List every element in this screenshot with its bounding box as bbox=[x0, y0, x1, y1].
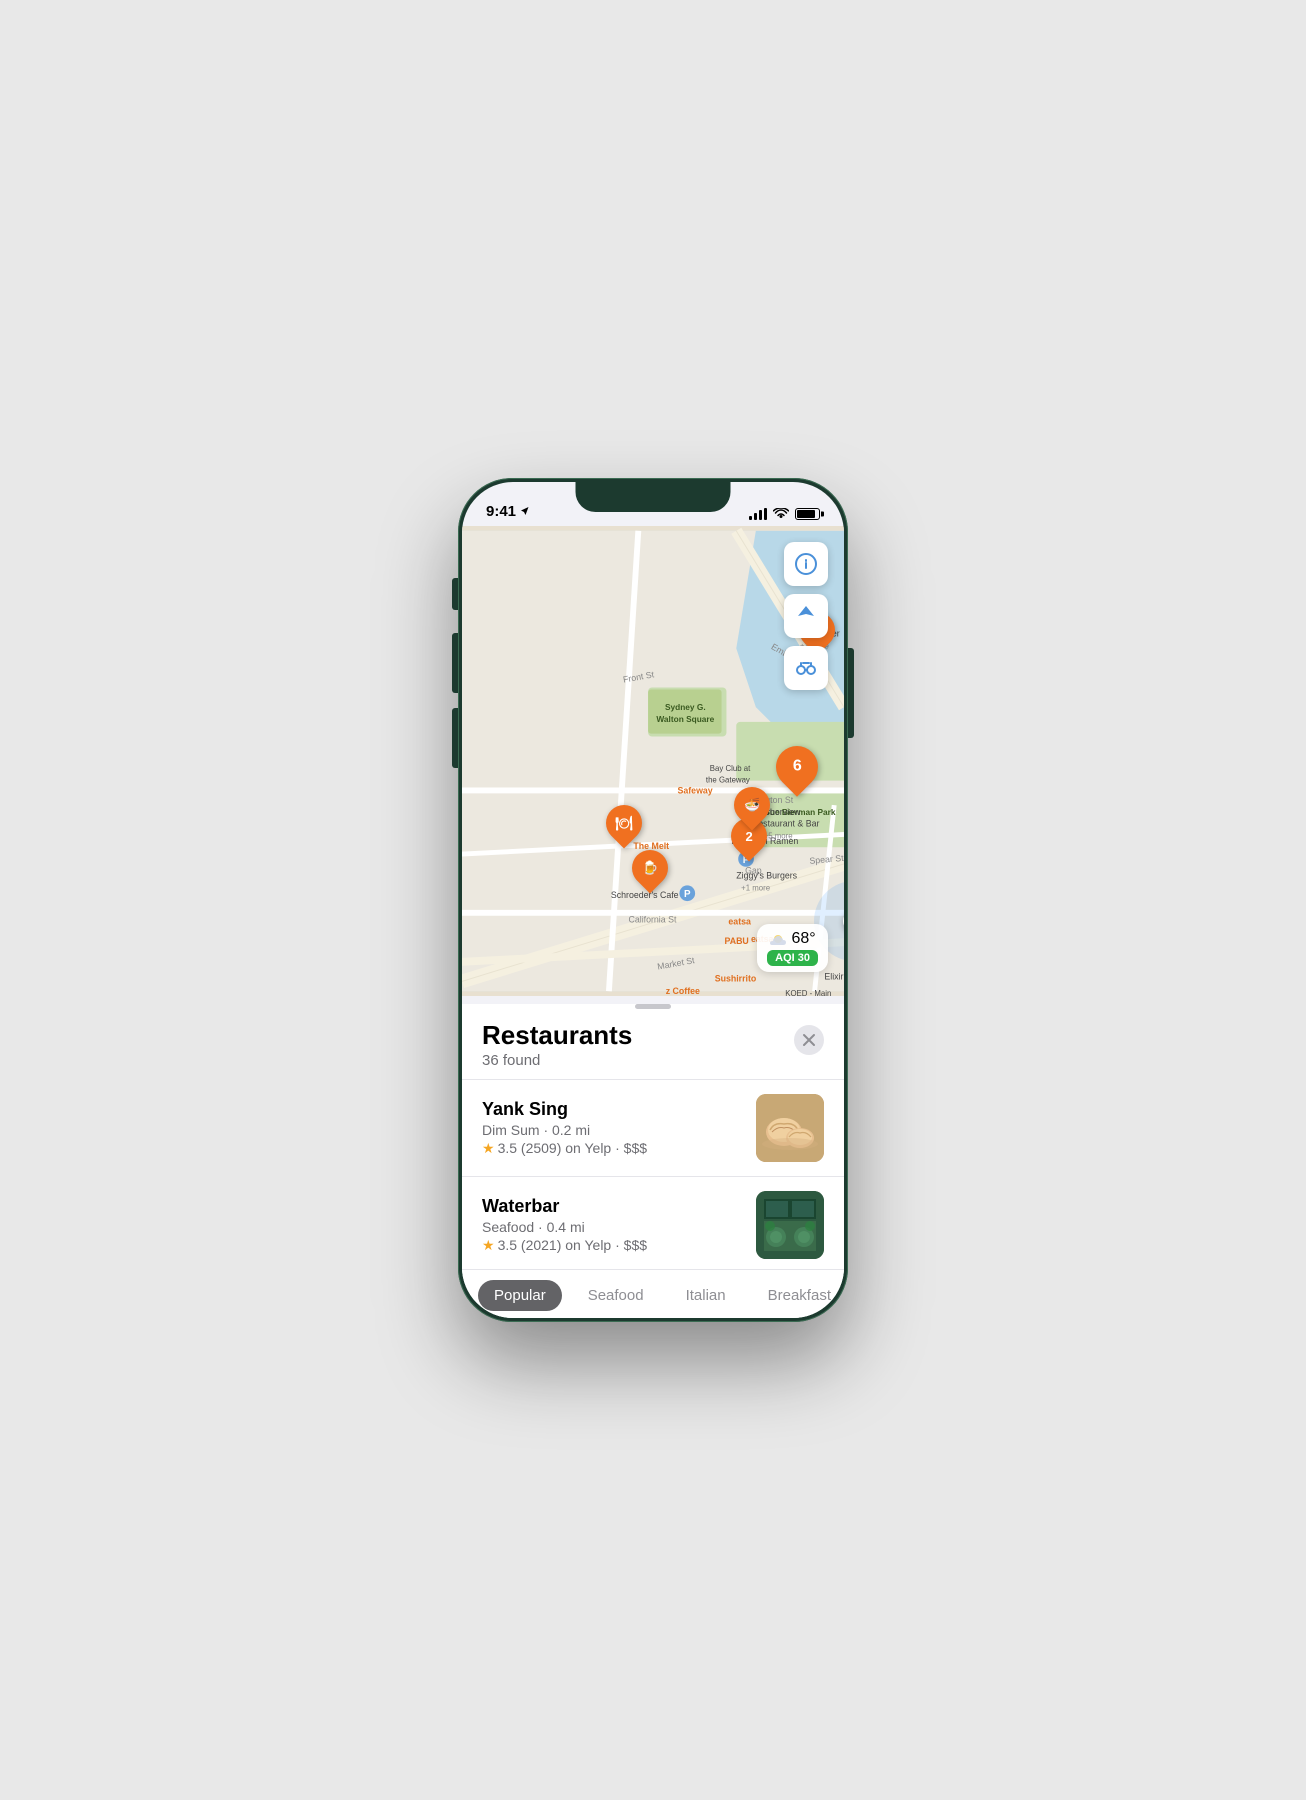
aqi-badge: AQI 30 bbox=[767, 950, 818, 966]
bottom-sheet: Restaurants 36 found Yank Sing Dim Sum ·… bbox=[462, 1004, 844, 1318]
star-icon: ★ bbox=[482, 1140, 495, 1157]
close-button[interactable] bbox=[794, 1025, 824, 1055]
restaurant-name-yankSing: Yank Sing bbox=[482, 1099, 742, 1120]
filter-tab-italian[interactable]: Italian bbox=[670, 1280, 742, 1311]
restaurant-rating-yankSing: ★ 3.5 (2509) on Yelp · $$$ bbox=[482, 1140, 742, 1157]
filter-tab-breakfast[interactable]: Breakfast & Brun bbox=[752, 1280, 844, 1311]
location-button[interactable] bbox=[784, 594, 828, 638]
phone-frame: 9:41 bbox=[458, 478, 848, 1322]
phone-screen: 9:41 bbox=[462, 482, 844, 1318]
location-arrow-icon bbox=[520, 506, 530, 517]
restaurant-list: Yank Sing Dim Sum · 0.2 mi ★ 3.5 (2509) … bbox=[462, 1080, 844, 1270]
svg-text:Elixiria: Elixiria bbox=[824, 971, 844, 981]
info-button[interactable] bbox=[784, 542, 828, 586]
status-time: 9:41 bbox=[486, 503, 530, 520]
restaurant-meta-yankSing: Dim Sum · 0.2 mi bbox=[482, 1122, 742, 1138]
svg-text:Sydney G.: Sydney G. bbox=[665, 702, 706, 712]
time-display: 9:41 bbox=[486, 503, 516, 520]
svg-text:eatsa: eatsa bbox=[728, 917, 751, 927]
restaurant-img-yankSing bbox=[756, 1094, 824, 1162]
svg-text:Schroeder's Cafe: Schroeder's Cafe bbox=[611, 890, 679, 900]
svg-text:Gap: Gap bbox=[745, 866, 762, 876]
temperature-value: 68° bbox=[791, 930, 815, 948]
svg-text:Walton Square: Walton Square bbox=[656, 714, 714, 724]
sheet-header: Restaurants 36 found bbox=[462, 1009, 844, 1080]
svg-text:PABU: PABU bbox=[725, 936, 749, 946]
restaurant-name-waterbar: Waterbar bbox=[482, 1196, 742, 1217]
restaurant-info-waterbar: Waterbar Seafood · 0.4 mi ★ 3.5 (2021) o… bbox=[482, 1196, 742, 1254]
svg-text:Sushirrito: Sushirrito bbox=[715, 973, 757, 983]
weather-widget[interactable]: 68° AQI 30 bbox=[757, 924, 828, 972]
svg-text:P: P bbox=[684, 889, 691, 900]
restaurant-rating-waterbar: ★ 3.5 (2021) on Yelp · $$$ bbox=[482, 1237, 742, 1254]
weather-temp: 68° bbox=[769, 930, 815, 948]
svg-text:+1 more: +1 more bbox=[741, 883, 770, 892]
filter-tab-popular[interactable]: Popular bbox=[478, 1280, 562, 1311]
map-pin-harborview[interactable]: 6 bbox=[776, 746, 818, 788]
signal-icon bbox=[749, 508, 767, 520]
sheet-title-group: Restaurants 36 found bbox=[482, 1021, 632, 1069]
svg-text:Bay Club at: Bay Club at bbox=[710, 764, 751, 773]
map-pin-schroeders[interactable]: 🍺 bbox=[632, 850, 668, 886]
star-icon-waterbar: ★ bbox=[482, 1237, 495, 1254]
rating-value-yankSing: 3.5 (2509) on Yelp · $$$ bbox=[498, 1140, 647, 1156]
filter-tabs: Popular Seafood Italian Breakfast & Brun bbox=[462, 1270, 844, 1318]
rating-value-waterbar: 3.5 (2021) on Yelp · $$$ bbox=[498, 1237, 647, 1253]
binoculars-button[interactable] bbox=[784, 646, 828, 690]
map-controls bbox=[784, 542, 828, 690]
restaurant-meta-waterbar: Seafood · 0.4 mi bbox=[482, 1219, 742, 1235]
svg-text:KQED - Main: KQED - Main bbox=[785, 989, 831, 996]
map-pin-kirimachi[interactable]: 🍜 bbox=[734, 787, 770, 823]
user-location bbox=[843, 910, 844, 932]
svg-text:+5 more: +5 more bbox=[764, 831, 793, 840]
svg-text:Safeway: Safeway bbox=[677, 785, 712, 795]
silent-switch bbox=[452, 578, 458, 610]
restaurant-item-waterbar[interactable]: Waterbar Seafood · 0.4 mi ★ 3.5 (2021) o… bbox=[462, 1177, 844, 1270]
weather-icon bbox=[769, 931, 787, 947]
sheet-title: Restaurants bbox=[482, 1021, 632, 1050]
map-area[interactable]: P P P Sydney G. Walton Square Sue Bierma… bbox=[462, 526, 844, 996]
restaurant-img-waterbar bbox=[756, 1191, 824, 1259]
restaurant-info-yankSing: Yank Sing Dim Sum · 0.2 mi ★ 3.5 (2509) … bbox=[482, 1099, 742, 1157]
notch bbox=[576, 482, 731, 512]
svg-text:California St: California St bbox=[629, 915, 677, 925]
restaurant-item-yankSing[interactable]: Yank Sing Dim Sum · 0.2 mi ★ 3.5 (2509) … bbox=[462, 1080, 844, 1177]
volume-up-button bbox=[452, 633, 458, 693]
battery-icon bbox=[795, 508, 820, 520]
svg-text:z Coffee: z Coffee bbox=[666, 986, 700, 996]
wifi-icon bbox=[773, 508, 789, 520]
volume-down-button bbox=[452, 708, 458, 768]
power-button bbox=[848, 648, 854, 738]
svg-text:the Gateway: the Gateway bbox=[706, 776, 750, 785]
map-pin-melt[interactable]: 🍽 bbox=[606, 805, 642, 841]
status-icons bbox=[749, 508, 820, 520]
sheet-subtitle: 36 found bbox=[482, 1052, 632, 1069]
filter-tab-seafood[interactable]: Seafood bbox=[572, 1280, 660, 1311]
